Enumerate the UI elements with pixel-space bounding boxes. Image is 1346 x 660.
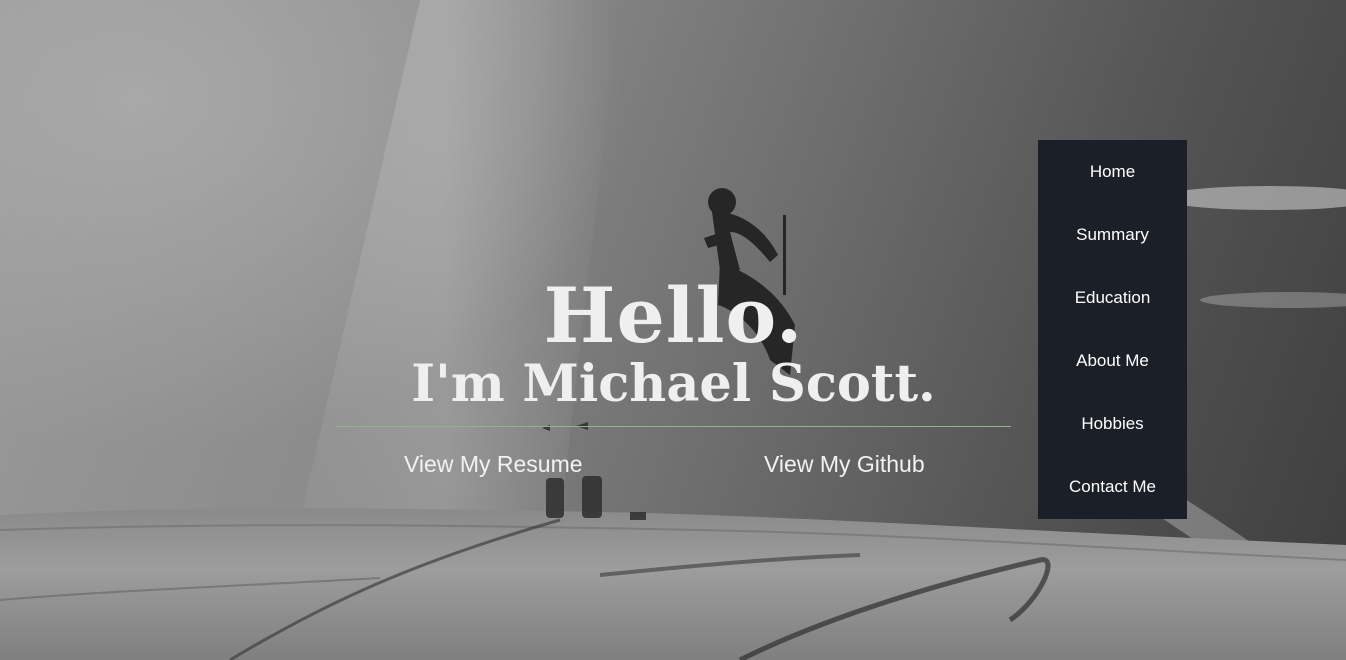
view-github-link[interactable]: View My Github [764, 451, 925, 478]
side-navigation: Home Summary Education About Me Hobbies … [1038, 140, 1187, 519]
view-resume-link[interactable]: View My Resume [404, 451, 583, 478]
hero-section: Hello. I'm Michael Scott. View My Resume… [0, 0, 1346, 660]
nav-list: Home Summary Education About Me Hobbies … [1038, 140, 1187, 518]
hero-links: View My Resume View My Github [336, 435, 1011, 478]
nav-item-home[interactable]: Home [1038, 140, 1187, 203]
nav-item-hobbies[interactable]: Hobbies [1038, 392, 1187, 455]
nav-item-contact-me[interactable]: Contact Me [1038, 455, 1187, 518]
hero-content: Hello. I'm Michael Scott. View My Resume… [336, 270, 1011, 478]
hero-divider [336, 425, 1011, 427]
nav-item-summary[interactable]: Summary [1038, 203, 1187, 266]
hero-greeting: Hello. [543, 271, 804, 360]
nav-item-education[interactable]: Education [1038, 266, 1187, 329]
nav-item-about-me[interactable]: About Me [1038, 329, 1187, 392]
hero-intro: I'm Michael Scott. [411, 354, 936, 414]
